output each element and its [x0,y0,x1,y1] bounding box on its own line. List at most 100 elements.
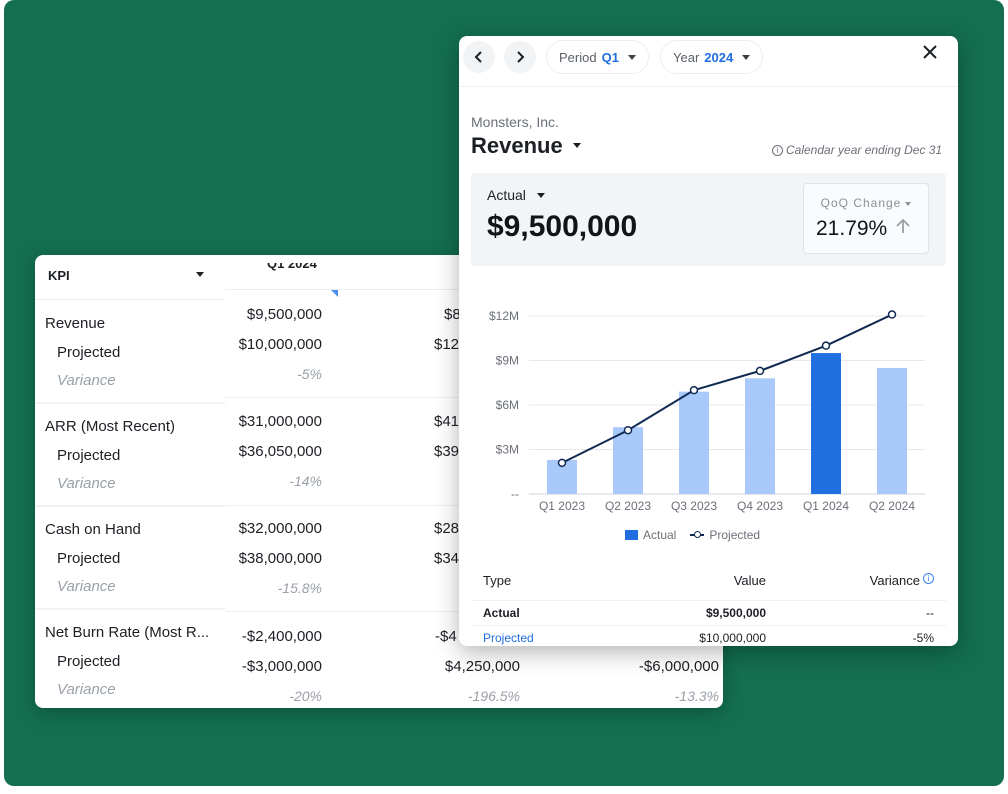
chevron-left-icon [474,51,482,63]
kpi-dropdown[interactable]: KPI [35,255,225,300]
close-icon [923,45,937,59]
caret-down-icon [905,201,912,206]
table-cell[interactable]: $39 [434,443,459,460]
row-label-net-burn-rate[interactable]: Net Burn Rate (Most R... [45,624,209,641]
year-select[interactable]: Year 2024 [660,40,764,74]
x-tick-label: Q1 2023 [539,499,585,513]
info-icon[interactable]: i [923,573,934,584]
legend-actual-label: Actual [643,528,677,542]
table-cell[interactable]: -$3,000,000 [242,658,322,675]
caret-down-icon[interactable] [537,193,545,198]
projected-point [755,366,765,376]
next-button[interactable] [504,41,536,73]
table-header-type: Type [483,573,512,588]
table-cell[interactable]: $36,050,000 [239,443,322,460]
metric-select[interactable]: Revenue [471,133,563,159]
row-label-projected: Projected [57,344,121,361]
actual-value: $9,500,000 [487,210,638,243]
actual-select[interactable]: Actual [487,187,526,203]
y-tick-label: $12M [489,309,519,323]
revenue-detail-popup: Period Q1 Year 2024 Monsters, Inc. Reven… [459,36,958,646]
period-select[interactable]: Period Q1 [546,40,649,74]
table-cell[interactable]: -20% [289,688,322,704]
legend-actual-swatch [625,530,638,540]
bar-actual [679,391,709,494]
table-row: Projected $10,000,000 -5% [471,625,946,646]
period-label: Period [559,49,597,65]
row-label-variance: Variance [57,372,116,389]
x-tick-label: Q2 2023 [605,499,651,513]
table-cell[interactable]: -13.3% [675,688,719,704]
row-label-arr[interactable]: ARR (Most Recent) [45,418,175,435]
table-cell[interactable]: -15.8% [278,580,322,596]
row-label-revenue[interactable]: Revenue [45,315,105,332]
projected-point [557,458,567,468]
bar-actual [613,427,643,494]
table-cell[interactable]: $4,250,000 [445,658,520,675]
y-tick-label: $3M [496,443,519,457]
prev-button[interactable] [463,41,495,73]
calendar-note: i Calendar year ending Dec 31 [772,143,942,157]
table-cell[interactable]: $38,000,000 [239,550,322,567]
legend-projected-swatch [690,531,705,538]
green-backdrop: Q1 2024 KPI Revenue Projected Variance $… [4,0,1004,786]
projected-line [561,313,893,464]
y-tick-label: $6M [496,398,519,412]
table-cell[interactable]: -14% [289,473,322,489]
table-cell[interactable]: -5% [297,366,322,382]
bar-actual [745,378,775,494]
projected-point [887,310,897,319]
row-label-projected: Projected [57,550,121,567]
row-label-variance: Variance [57,475,116,492]
table-row: Actual $9,500,000 -- [471,600,946,625]
row-label-projected: Projected [57,653,121,670]
table-cell[interactable]: -$6,000,000 [639,658,719,675]
arrow-up-icon [896,218,910,239]
x-tick-label: Q4 2023 [737,499,783,513]
table-cell[interactable]: -196.5% [468,688,520,704]
qoq-value: 21.79% [816,217,888,240]
table-cell[interactable]: $41 [434,413,459,430]
table-cell[interactable]: $10,000,000 [239,336,322,353]
row-label-variance: Variance [57,681,116,698]
caret-down-icon [627,54,636,60]
x-tick-label: Q3 2023 [671,499,717,513]
chevron-right-icon [517,51,525,63]
x-tick-label: Q2 2024 [869,499,915,513]
bar-actual [877,367,907,494]
table-cell[interactable]: $31,000,000 [239,413,322,430]
year-label: Year [673,49,700,65]
legend-projected-label: Projected [709,528,761,542]
qoq-select[interactable]: QoQ Change [804,196,928,210]
table-header-variance: Variance i [870,573,934,588]
cell-marker-icon [331,290,338,297]
period-value: Q1 [601,49,619,65]
table-cell[interactable]: $28 [434,520,459,537]
table-cell[interactable]: $12 [434,336,459,353]
caret-down-icon[interactable] [573,143,581,148]
company-name: Monsters, Inc. [471,114,559,130]
actual-summary: Actual $9,500,000 QoQ Change 21.79% [471,173,946,266]
close-button[interactable] [923,42,937,65]
table-cell[interactable]: -$4 [435,628,457,645]
table-header-value: Value [733,573,766,588]
table-cell[interactable]: -$2,400,000 [242,628,322,645]
table-cell[interactable]: $9,500,000 [247,306,322,323]
row-label-cash-on-hand[interactable]: Cash on Hand [45,521,141,538]
y-tick-label: -- [511,487,519,501]
table-cell[interactable]: $34 [434,550,459,567]
revenue-chart: -- $3M $6M $9M $12M Q1 2023 Q2 2023 Q3 2023 Q4 2… [489,309,925,513]
projected-link[interactable]: Projected [483,631,534,645]
projected-point [821,341,831,350]
chart-legend: Actual Projected [625,528,760,542]
bar-actual [811,353,841,494]
popup-toolbar: Period Q1 Year 2024 [459,36,958,87]
year-value: 2024 [704,49,734,65]
qoq-change-box: QoQ Change 21.79% [803,183,929,254]
table-cell[interactable]: $32,000,000 [239,520,322,537]
y-tick-label: $9M [496,354,519,368]
projected-point [689,385,699,395]
caret-down-icon [742,54,751,60]
caret-down-icon [196,272,204,277]
info-icon: i [772,145,783,157]
